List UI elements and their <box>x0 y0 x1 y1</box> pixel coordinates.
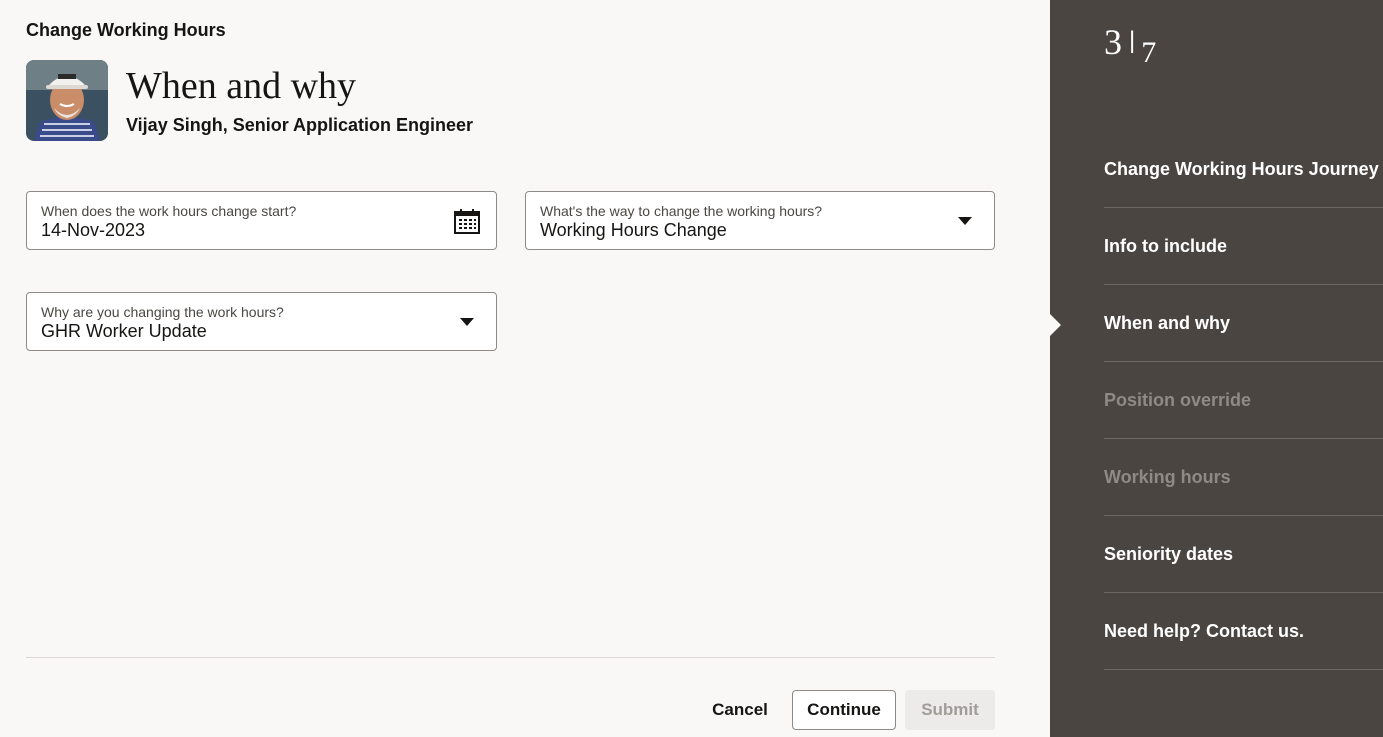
chevron-down-icon[interactable] <box>958 217 972 225</box>
nav-item-info-to-include[interactable]: Info to include <box>1104 208 1383 285</box>
change-way-label: What's the way to change the working hou… <box>540 203 823 219</box>
avatar <box>26 60 108 141</box>
nav-item-working-hours: Working hours <box>1104 439 1383 516</box>
continue-button[interactable]: Continue <box>792 690 896 730</box>
chevron-down-icon[interactable] <box>460 318 474 326</box>
step-total: 7 <box>1141 36 1157 69</box>
step-current: 3 <box>1104 22 1122 62</box>
nav-item-journey[interactable]: Change Working Hours Journey <box>1104 131 1383 208</box>
nav-item-contact-help[interactable]: Need help? Contact us. <box>1104 593 1383 670</box>
start-date-label: When does the work hours change start? <box>41 203 297 219</box>
current-step-pointer <box>1050 314 1061 336</box>
nav-item-when-and-why[interactable]: When and why <box>1104 285 1383 362</box>
reason-value[interactable]: GHR Worker Update <box>41 321 207 342</box>
cancel-button[interactable]: Cancel <box>702 690 778 730</box>
start-date-value[interactable]: 14-Nov-2023 <box>41 220 145 241</box>
person-subtitle: Vijay Singh, Senior Application Engineer <box>126 115 474 135</box>
change-way-value[interactable]: Working Hours Change <box>540 220 727 241</box>
footer-divider <box>26 657 995 658</box>
step-counter: 3 | 7 <box>1104 22 1156 70</box>
reason-select[interactable]: Why are you changing the work hours? GHR… <box>26 292 497 351</box>
change-way-select[interactable]: What's the way to change the working hou… <box>525 191 995 250</box>
flow-title: Change Working Hours <box>26 20 226 40</box>
main-panel: Change Working Hours When and why Vijay … <box>0 0 1050 737</box>
nav-item-position-override: Position override <box>1104 362 1383 439</box>
progress-sidebar: 3 | 7 Change Working Hours Journey Info … <box>1050 0 1383 737</box>
reason-label: Why are you changing the work hours? <box>41 304 284 320</box>
calendar-icon[interactable] <box>454 209 480 239</box>
nav-item-seniority-dates[interactable]: Seniority dates <box>1104 516 1383 593</box>
step-separator: | <box>1129 27 1136 54</box>
step-nav: Change Working Hours Journey Info to inc… <box>1104 131 1383 670</box>
page-title: When and why <box>126 65 357 107</box>
start-date-field[interactable]: When does the work hours change start? 1… <box>26 191 497 250</box>
submit-button: Submit <box>905 690 995 730</box>
